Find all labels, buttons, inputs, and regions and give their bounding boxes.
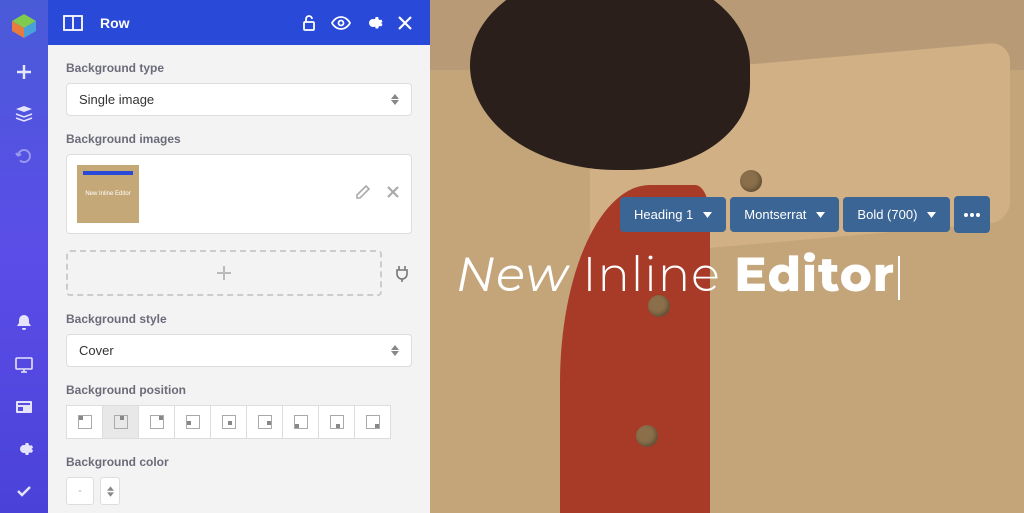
edit-icon[interactable]	[355, 184, 371, 205]
undo-icon[interactable]	[14, 146, 34, 166]
heading-word-3: Editor	[734, 246, 895, 304]
bg-type-select[interactable]: Single image	[66, 83, 412, 116]
bg-position-label: Background position	[66, 383, 412, 397]
pos-mid-center[interactable]	[210, 405, 247, 439]
canvas-preview[interactable]: Heading 1 Montserrat Bold (700) New Inli…	[430, 0, 1024, 513]
chevron-updown-icon	[391, 345, 399, 356]
bg-style-select[interactable]: Cover	[66, 334, 412, 367]
layers-icon[interactable]	[14, 104, 34, 124]
bg-style-value: Cover	[79, 343, 114, 358]
template-icon[interactable]	[14, 397, 34, 417]
lock-icon[interactable]	[298, 12, 320, 34]
heading-dropdown[interactable]: Heading 1	[620, 197, 726, 232]
bg-type-value: Single image	[79, 92, 154, 107]
heading-word-1: New	[456, 246, 569, 304]
pos-mid-left[interactable]	[174, 405, 211, 439]
chevron-updown-icon	[391, 94, 399, 105]
text-cursor	[898, 256, 900, 300]
color-options[interactable]	[100, 477, 120, 505]
pos-top-left[interactable]	[66, 405, 103, 439]
pos-bot-left[interactable]	[282, 405, 319, 439]
bg-images-label: Background images	[66, 132, 412, 146]
settings-panel: Row Background type Single image Backgro…	[48, 0, 430, 513]
notifications-icon[interactable]	[14, 313, 34, 333]
apply-icon[interactable]	[14, 481, 34, 501]
app-logo	[10, 12, 38, 40]
image-item	[66, 154, 412, 234]
color-swatch[interactable]: -	[66, 477, 94, 505]
image-thumbnail[interactable]	[77, 165, 139, 223]
add-icon[interactable]	[14, 62, 34, 82]
position-grid	[66, 405, 412, 439]
bg-style-label: Background style	[66, 312, 412, 326]
pos-top-right[interactable]	[138, 405, 175, 439]
desktop-icon[interactable]	[14, 355, 34, 375]
dynamic-content-icon[interactable]	[392, 263, 412, 283]
bg-color-label: Background color	[66, 455, 412, 469]
pos-bot-right[interactable]	[354, 405, 391, 439]
panel-body: Background type Single image Background …	[48, 45, 430, 513]
pos-mid-right[interactable]	[246, 405, 283, 439]
weight-dropdown[interactable]: Bold (700)	[843, 197, 950, 232]
pos-top-center[interactable]	[102, 405, 139, 439]
editable-heading[interactable]: New Inline Editor	[456, 246, 900, 304]
panel-title: Row	[100, 15, 288, 31]
visibility-icon[interactable]	[330, 12, 352, 34]
gear-icon[interactable]	[362, 12, 384, 34]
layout-icon[interactable]	[62, 12, 84, 34]
pos-bot-center[interactable]	[318, 405, 355, 439]
close-icon[interactable]	[394, 12, 416, 34]
bg-type-label: Background type	[66, 61, 412, 75]
more-options-icon[interactable]	[954, 196, 990, 233]
left-nav-rail	[0, 0, 48, 513]
panel-header: Row	[48, 0, 430, 45]
heading-word-2: Inline	[582, 246, 720, 304]
font-dropdown[interactable]: Montserrat	[730, 197, 839, 232]
inline-text-toolbar: Heading 1 Montserrat Bold (700)	[620, 196, 1002, 233]
settings-icon[interactable]	[14, 439, 34, 459]
remove-icon[interactable]	[385, 184, 401, 205]
add-image-dropzone[interactable]	[66, 250, 382, 296]
